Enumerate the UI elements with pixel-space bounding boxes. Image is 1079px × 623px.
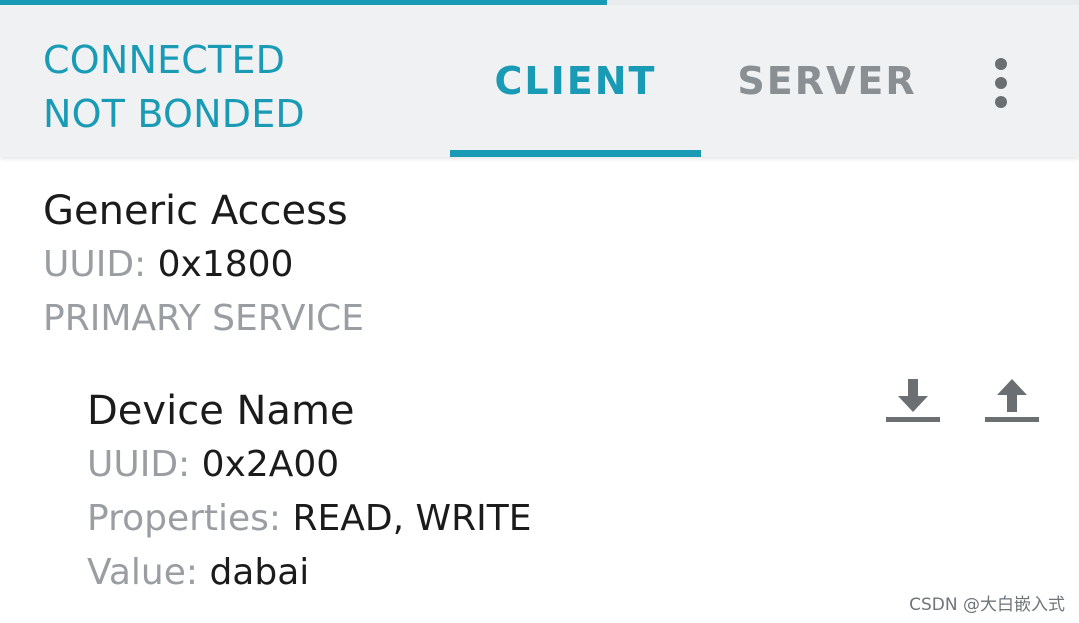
watermark-text: CSDN @大白嵌入式: [909, 595, 1065, 615]
nrf-connect-screen: CONNECTED NOT BONDED CLIENT SERVER Gener…: [0, 0, 1079, 623]
characteristic-value-label: Value:: [87, 552, 198, 593]
characteristic-uuid-row: UUID: 0x2A00: [87, 438, 531, 492]
characteristic-uuid-label: UUID:: [87, 444, 191, 485]
service-uuid-label: UUID:: [43, 244, 147, 285]
download-icon[interactable]: [884, 375, 942, 427]
characteristic-properties-row: Properties: READ, WRITE: [87, 492, 531, 546]
tab-server[interactable]: SERVER: [702, 5, 952, 157]
characteristic-uuid-value: 0x2A00: [201, 444, 340, 485]
characteristic-value-row: Value: dabai: [87, 546, 531, 600]
service-item[interactable]: Generic Access UUID: 0x1800 PRIMARY SERV…: [43, 184, 364, 346]
connection-status: CONNECTED NOT BONDED: [43, 33, 305, 141]
connection-state-text: CONNECTED: [43, 38, 286, 82]
characteristic-name: Device Name: [87, 388, 355, 434]
device-tab-bar: CONNECTED NOT BONDED CLIENT SERVER: [0, 5, 1079, 157]
characteristic-item[interactable]: Device Name UUID: 0x2A00 Properties: REA…: [87, 384, 531, 600]
tab-client[interactable]: CLIENT: [450, 5, 701, 157]
more-vert-icon[interactable]: [980, 52, 1022, 114]
selected-tab-indicator: [450, 150, 701, 157]
service-type: PRIMARY SERVICE: [43, 298, 364, 339]
characteristic-properties-value: READ, WRITE: [292, 498, 532, 539]
characteristic-value: dabai: [209, 552, 310, 593]
characteristic-properties-label: Properties:: [87, 498, 282, 539]
bond-state-text: NOT BONDED: [43, 92, 305, 136]
upload-icon[interactable]: [983, 375, 1041, 427]
service-uuid-value: 0x1800: [157, 244, 294, 285]
service-name: Generic Access: [43, 188, 348, 234]
service-uuid-row: UUID: 0x1800: [43, 238, 364, 292]
